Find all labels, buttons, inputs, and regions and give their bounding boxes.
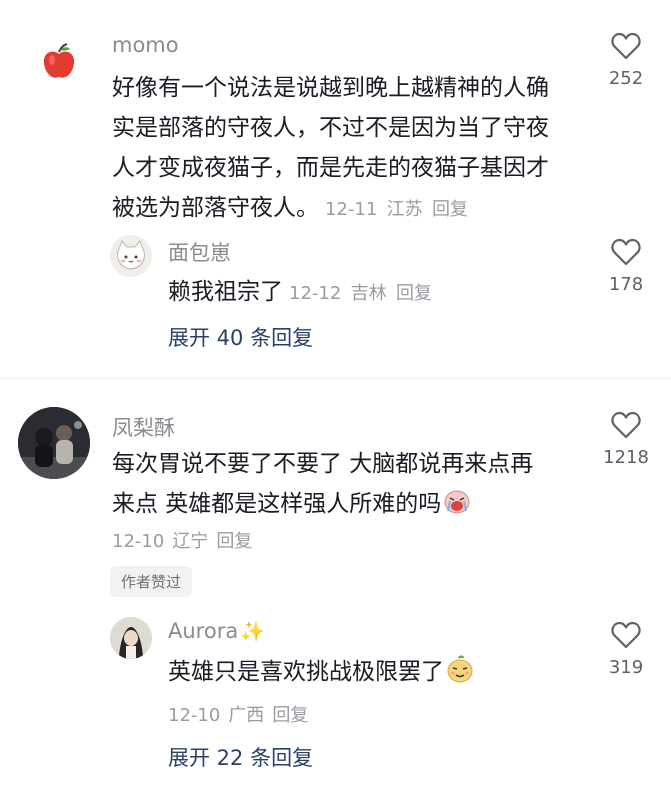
avatar-person-icon bbox=[110, 617, 152, 659]
avatar[interactable] bbox=[38, 40, 80, 82]
comment-text-line: 人才变成夜猫子，而是先走的夜猫子基因才 bbox=[112, 155, 549, 181]
like-count: 178 bbox=[608, 274, 644, 295]
comment-text-line: 好像有一个说法是说越到晚上越精神的人确 bbox=[112, 75, 549, 101]
reply-date: 12-10 bbox=[168, 705, 221, 726]
apple-icon bbox=[43, 43, 75, 78]
smug-face-emoji bbox=[446, 655, 474, 696]
comment-text-line: 来点 英雄都是这样强人所难的吗 bbox=[112, 491, 442, 517]
like-count: 252 bbox=[608, 68, 644, 89]
expand-replies-button[interactable]: 展开 40 条回复 bbox=[168, 322, 313, 352]
like-button[interactable]: 252 bbox=[591, 32, 661, 89]
comment-text-line: 实是部落的守夜人，不过不是因为当了守夜 bbox=[112, 115, 549, 141]
reply-button[interactable]: 回复 bbox=[272, 705, 308, 726]
avatar[interactable] bbox=[18, 407, 90, 479]
reply-meta: 12-10 广西 回复 bbox=[168, 701, 316, 727]
sparkles-icon: ✨ bbox=[240, 619, 266, 643]
avatar-cat-icon bbox=[110, 235, 152, 277]
reply-text: 英雄只是喜欢挑战极限罢了 bbox=[168, 659, 444, 685]
reply-username-row: Aurora ✨ bbox=[168, 619, 265, 643]
comment-text: 每次胃说不要了不要了 大脑都说再来点再 来点 英雄都是这样强人所难的吗 bbox=[112, 444, 592, 528]
reply-username[interactable]: Aurora bbox=[168, 619, 238, 643]
comment-location: 江苏 bbox=[386, 199, 423, 220]
heart-icon bbox=[611, 32, 641, 60]
reply-button[interactable]: 回复 bbox=[396, 283, 432, 304]
comment-meta: 12-10 辽宁 回复 bbox=[112, 527, 260, 553]
comment-username[interactable]: momo bbox=[112, 33, 179, 57]
reply-button[interactable]: 回复 bbox=[432, 199, 468, 220]
reply-text: 赖我祖宗了 bbox=[168, 279, 283, 305]
comment-username[interactable]: 凤梨酥 bbox=[112, 412, 175, 442]
avatar[interactable] bbox=[110, 617, 152, 659]
reply-location: 吉林 bbox=[350, 283, 387, 304]
heart-icon bbox=[611, 411, 641, 439]
author-liked-badge: 作者赞过 bbox=[110, 566, 193, 597]
reply-username[interactable]: 面包崽 bbox=[168, 237, 231, 267]
heart-icon bbox=[611, 238, 641, 266]
comment-location: 辽宁 bbox=[172, 531, 209, 552]
crying-face-emoji bbox=[443, 487, 471, 528]
like-button[interactable]: 319 bbox=[591, 621, 661, 678]
like-button[interactable]: 178 bbox=[591, 238, 661, 295]
expand-replies-button[interactable]: 展开 22 条回复 bbox=[168, 742, 313, 772]
comment-date: 12-10 bbox=[112, 531, 165, 552]
reply-text-row: 赖我祖宗了 12-12 吉林 回复 bbox=[168, 272, 588, 314]
like-count: 319 bbox=[608, 657, 644, 678]
heart-icon bbox=[611, 621, 641, 649]
comment-text-line: 每次胃说不要了不要了 大脑都说再来点再 bbox=[112, 451, 534, 477]
divider bbox=[0, 378, 671, 379]
reply-text-row: 英雄只是喜欢挑战极限罢了 bbox=[168, 652, 588, 696]
comment-date: 12-11 bbox=[325, 199, 378, 220]
reply-location: 广西 bbox=[228, 705, 265, 726]
like-count: 1218 bbox=[603, 447, 649, 468]
like-button[interactable]: 1218 bbox=[591, 411, 661, 468]
avatar[interactable] bbox=[110, 235, 152, 277]
avatar-photo-icon bbox=[18, 407, 90, 479]
comment-text: 好像有一个说法是说越到晚上越精神的人确 实是部落的守夜人，不过不是因为当了守夜 … bbox=[112, 68, 592, 230]
reply-date: 12-12 bbox=[289, 283, 342, 304]
reply-button[interactable]: 回复 bbox=[216, 531, 252, 552]
comment-text-line: 被选为部落守夜人。 bbox=[112, 195, 319, 221]
